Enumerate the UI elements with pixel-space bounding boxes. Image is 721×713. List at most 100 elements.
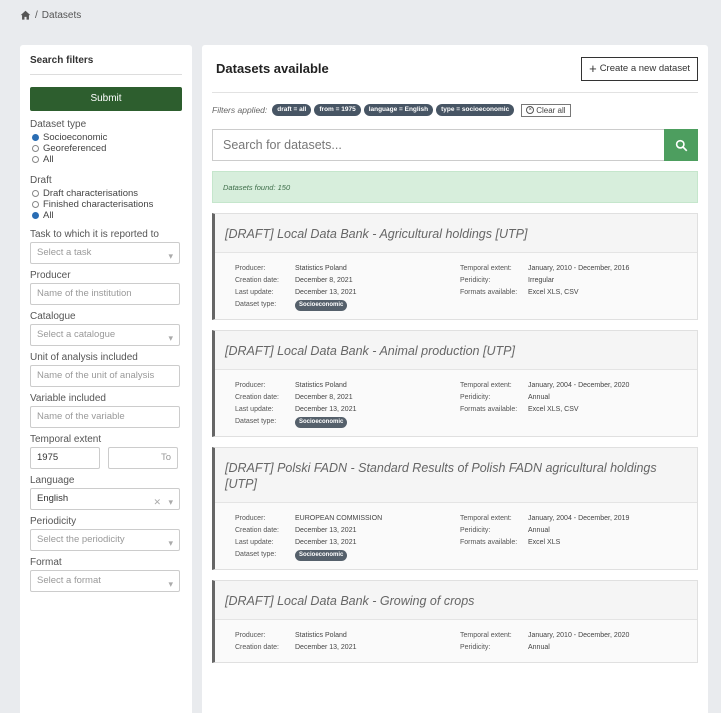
language-select[interactable]: English ✕ ▾ [30, 488, 180, 510]
card-field-producer: Producer: Statistics Poland [235, 382, 347, 389]
periodicity-select[interactable]: Select the periodicity ▾ [30, 529, 180, 551]
search-icon [675, 139, 687, 151]
unit-input[interactable]: Name of the unit of analysis [30, 365, 180, 387]
card-field-periodicity: Peridicity: Annual [460, 394, 550, 401]
radio-type-all[interactable]: All [32, 154, 182, 165]
dataset-details: Producer: Statistics Poland Creation date… [215, 370, 697, 436]
card-field-formats: Formats available: Excel XLS, CSV [460, 406, 579, 413]
dataset-card[interactable]: [DRAFT] Local Data Bank - Growing of cro… [212, 580, 698, 663]
dataset-card[interactable]: [DRAFT] Polski FADN - Standard Results o… [212, 447, 698, 570]
dataset-details: Producer: EUROPEAN COMMISSION Creation da… [215, 503, 697, 569]
dataset-details-left: Producer: EUROPEAN COMMISSION Creation da… [235, 513, 460, 561]
filter-chip-language[interactable]: language = English [363, 104, 434, 116]
card-field-producer: Producer: EUROPEAN COMMISSION [235, 515, 383, 522]
create-dataset-button[interactable]: + Create a new dataset [581, 56, 698, 81]
chevron-down-icon: ▾ [168, 251, 173, 261]
periodicity-label: Periodicity [30, 516, 77, 527]
breadcrumb-current: Datasets [41, 10, 82, 21]
dataset-type-badge: Socioeconomic [295, 550, 348, 561]
clear-all-button[interactable]: × Clear all [521, 103, 571, 117]
card-field-creation: Creation date: December 13, 2021 [235, 644, 357, 651]
dataset-title-link[interactable]: [DRAFT] Local Data Bank - Agricultural h… [215, 214, 697, 253]
dataset-card[interactable]: [DRAFT] Local Data Bank - Animal product… [212, 330, 698, 437]
datasets-found-alert: Datasets found: 150 [212, 171, 698, 203]
page-title: Datasets available [216, 61, 329, 76]
card-field-periodicity: Peridicity: Annual [460, 527, 550, 534]
filter-chip-draft[interactable]: draft = all [272, 104, 312, 116]
catalogue-select[interactable]: Select a catalogue ▾ [30, 324, 180, 346]
temporal-to-input[interactable]: To [108, 447, 178, 469]
search-filters-panel: Search filters Submit Dataset type Socio… [20, 45, 192, 713]
dataset-title-link[interactable]: [DRAFT] Polski FADN - Standard Results o… [215, 448, 697, 503]
filter-chip-type[interactable]: type = socioeconomic [436, 104, 515, 116]
search-input[interactable]: Search for datasets... [212, 129, 664, 161]
top-bar: / Datasets [0, 0, 721, 38]
card-field-type: Dataset type: Socioeconomic [235, 299, 460, 311]
card-field-temporal: Temporal extent: January, 2004 - December… [460, 515, 630, 522]
filters-applied-label: Filters applied: [212, 105, 268, 115]
radio-finished-characterisations[interactable]: Finished characterisations [32, 199, 182, 210]
language-label: Language [30, 475, 75, 486]
catalogue-label: Catalogue [30, 311, 76, 322]
radio-icon [32, 201, 39, 208]
format-select[interactable]: Select a format ▾ [30, 570, 180, 592]
card-field-periodicity: Peridicity: Irregular [460, 277, 555, 284]
radio-draft-characterisations[interactable]: Draft characterisations [32, 188, 182, 199]
card-field-update: Last update: December 13, 2021 [235, 289, 357, 296]
dataset-title-link[interactable]: [DRAFT] Local Data Bank - Animal product… [215, 331, 697, 370]
radio-selected-icon [32, 212, 39, 219]
card-field-update: Last update: December 13, 2021 [235, 539, 357, 546]
radio-icon [32, 190, 39, 197]
card-field-formats: Formats available: Excel XLS [460, 539, 561, 546]
chevron-down-icon: ▾ [168, 579, 173, 589]
dataset-type-badge: Socioeconomic [295, 417, 348, 428]
breadcrumb-separator: / [35, 10, 38, 21]
radio-icon [32, 156, 39, 163]
clear-icon[interactable]: ✕ [153, 492, 161, 512]
dataset-details: Producer: Statistics Poland Creation date… [215, 253, 697, 319]
radio-georeferenced[interactable]: Georeferenced [32, 143, 182, 154]
variable-input[interactable]: Name of the variable [30, 406, 180, 428]
search-button[interactable] [664, 129, 698, 161]
plus-icon: + [589, 61, 597, 76]
home-icon[interactable] [20, 10, 31, 21]
submit-button[interactable]: Submit [30, 87, 182, 111]
dataset-card[interactable]: [DRAFT] Local Data Bank - Agricultural h… [212, 213, 698, 320]
dataset-details-left: Producer: Statistics Poland Creation date… [235, 263, 460, 311]
card-field-temporal: Temporal extent: January, 2004 - December… [460, 382, 630, 389]
task-label: Task to which it is reported to [30, 229, 159, 240]
dataset-details-right: Temporal extent: January, 2010 - December… [460, 263, 685, 311]
format-label: Format [30, 557, 62, 568]
filter-chip-from[interactable]: from = 1975 [314, 104, 361, 116]
temporal-from-input[interactable]: 1975 [30, 447, 100, 469]
dataset-type-label: Dataset type [30, 119, 87, 130]
radio-selected-icon [32, 134, 39, 141]
dataset-title-link[interactable]: [DRAFT] Local Data Bank - Growing of cro… [215, 581, 697, 620]
card-field-formats: Formats available: Excel XLS, CSV [460, 289, 579, 296]
card-field-periodicity: Peridicity: Annual [460, 644, 550, 651]
applied-filters: Filters applied: draft = all from = 1975… [212, 101, 698, 119]
radio-socioeconomic[interactable]: Socioeconomic [32, 132, 182, 143]
card-field-update: Last update: December 13, 2021 [235, 406, 357, 413]
dataset-details-right: Temporal extent: January, 2004 - December… [460, 380, 685, 428]
dataset-details-left: Producer: Statistics Poland Creation date… [235, 630, 460, 654]
radio-draft-all[interactable]: All [32, 210, 182, 221]
dataset-type-badge: Socioeconomic [295, 300, 348, 311]
card-field-temporal: Temporal extent: January, 2010 - December… [460, 265, 630, 272]
task-select[interactable]: Select a task ▾ [30, 242, 180, 264]
chevron-down-icon: ▾ [168, 333, 173, 343]
producer-label: Producer [30, 270, 71, 281]
producer-input[interactable]: Name of the institution [30, 283, 180, 305]
temporal-label: Temporal extent [30, 434, 102, 445]
card-field-type: Dataset type: Socioeconomic [235, 549, 460, 561]
temporal-range: 1975 To [30, 447, 182, 469]
chevron-down-icon: ▾ [168, 538, 173, 548]
draft-label: Draft [30, 175, 52, 186]
datasets-panel: Datasets available + Create a new dataset… [202, 45, 708, 713]
datasets-header: Datasets available + Create a new dataset [212, 45, 698, 93]
card-field-creation: Creation date: December 13, 2021 [235, 527, 357, 534]
search-filters-title: Search filters [30, 55, 182, 75]
dataset-details: Producer: Statistics Poland Creation date… [215, 620, 697, 662]
close-circle-icon: × [526, 106, 535, 114]
unit-label: Unit of analysis included [30, 352, 138, 363]
